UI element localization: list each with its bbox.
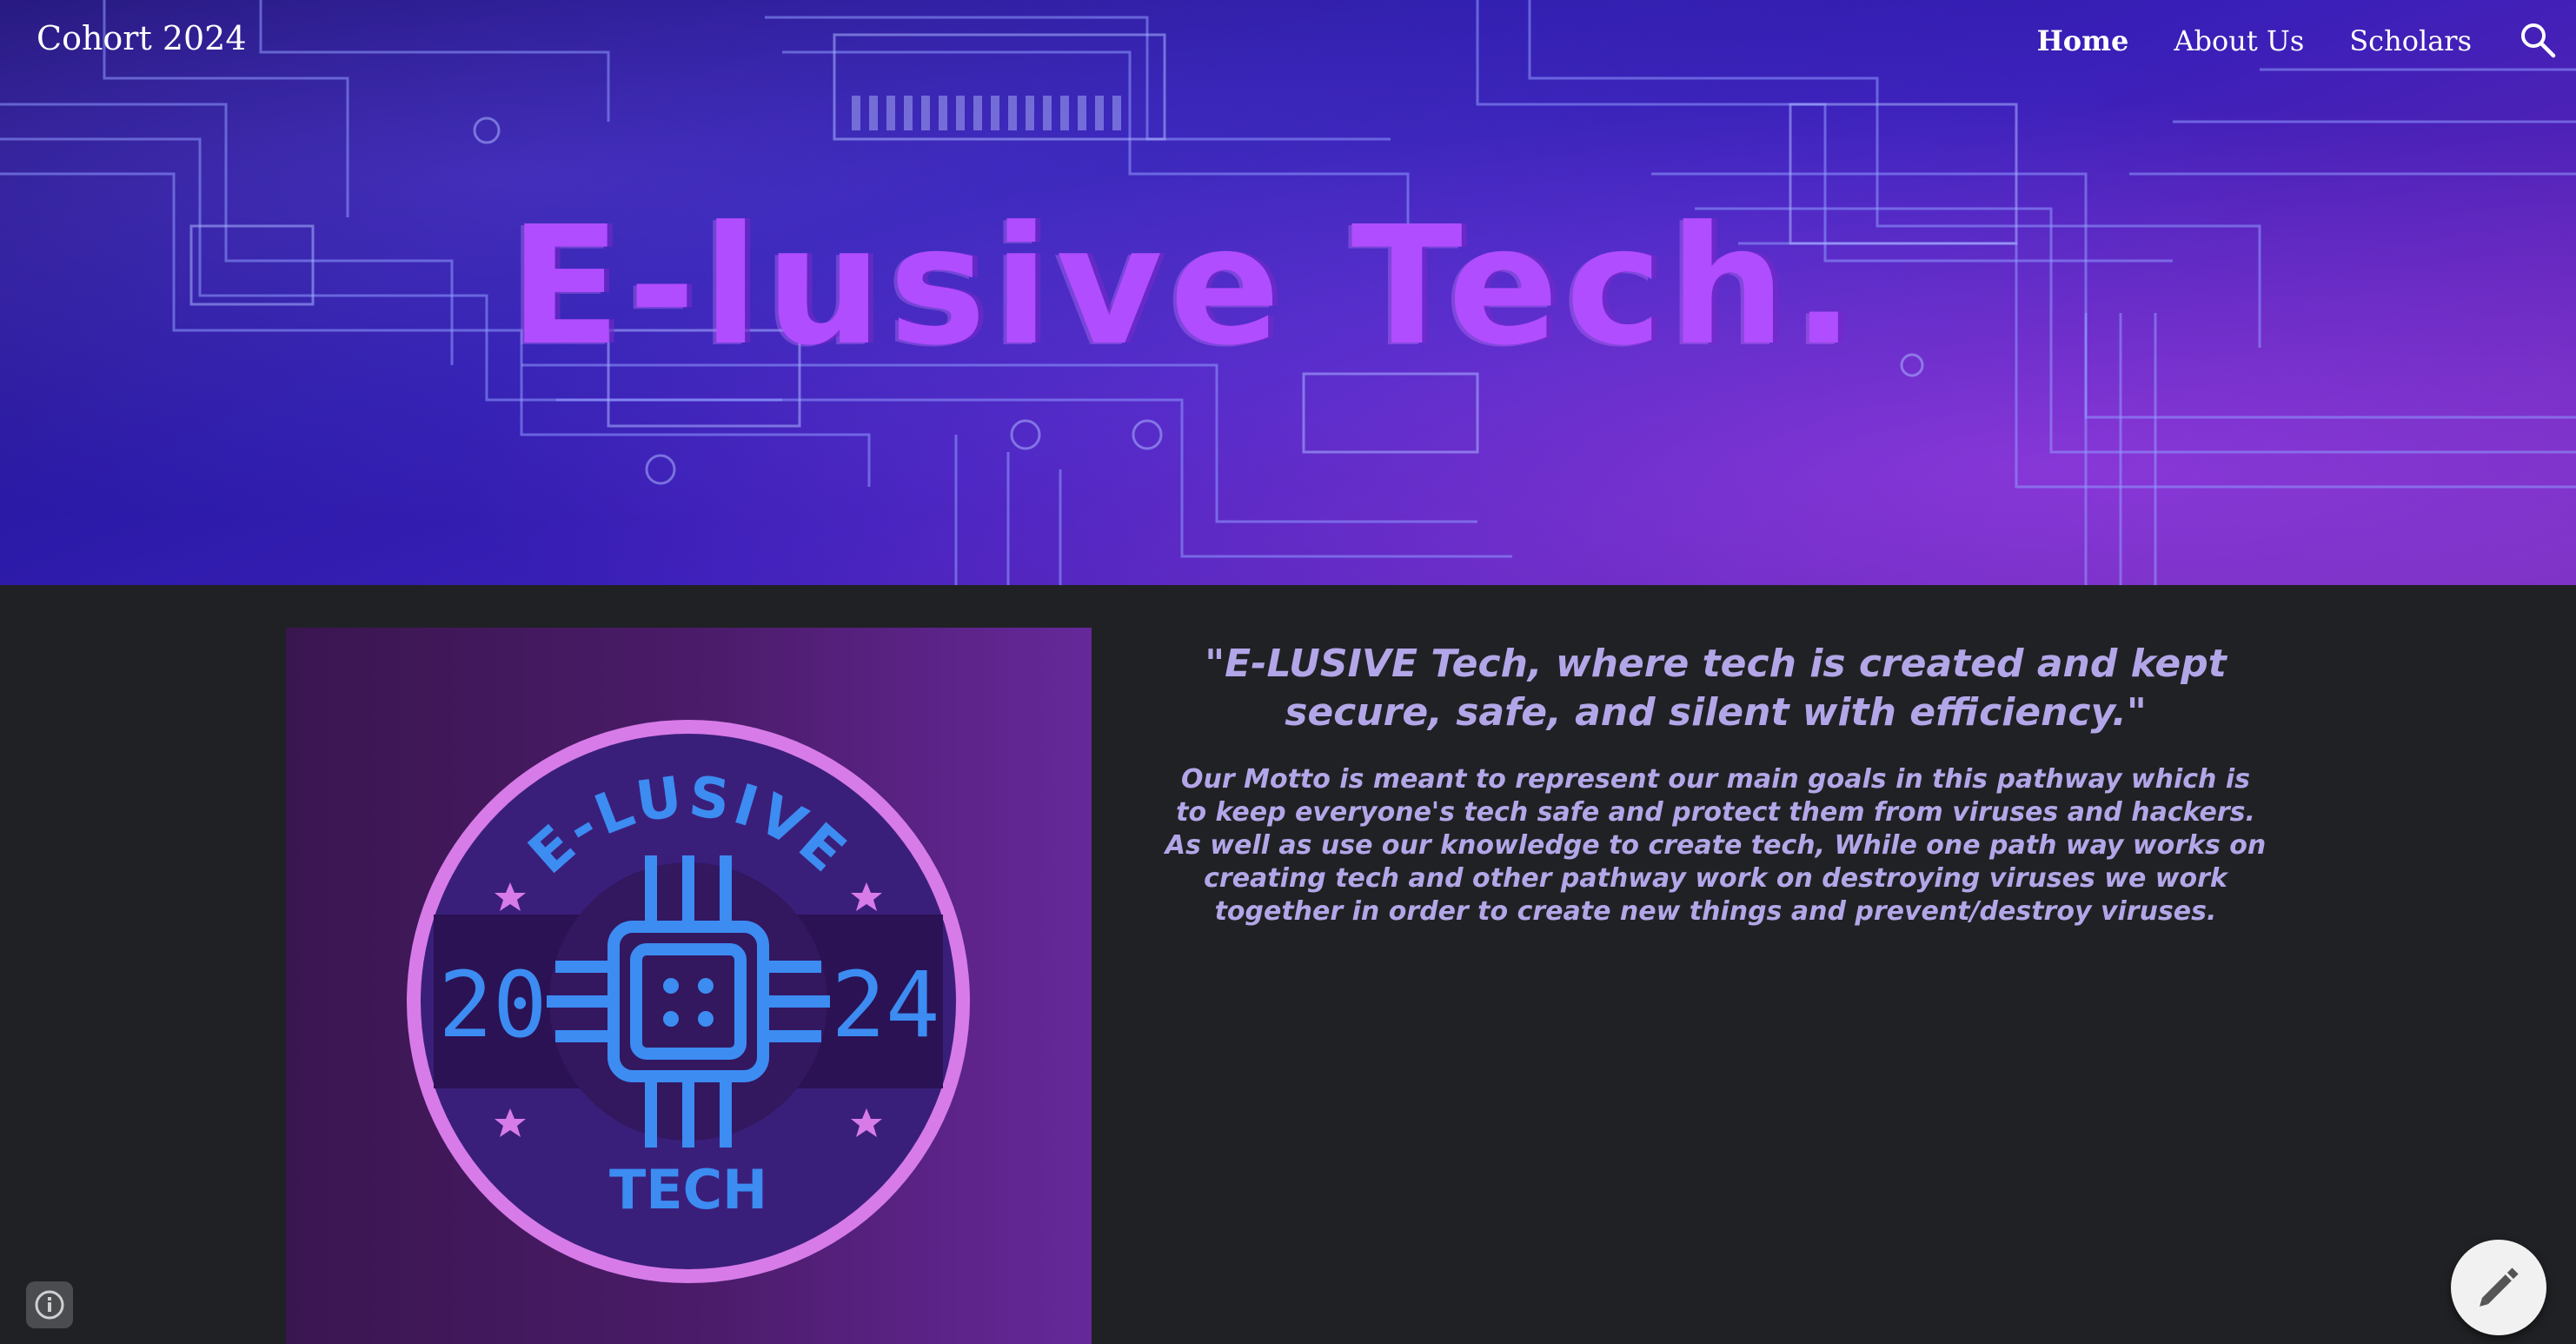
logo-bottom-text: TECH (609, 1158, 767, 1221)
e-lusive-tech-logo: E-LUSIVE TECH 20 24 (407, 720, 970, 1283)
edit-button[interactable] (2451, 1240, 2546, 1335)
motto-heading: "E-LUSIVE Tech, where tech is created an… (1205, 642, 2227, 735)
logo-year-left: 20 (438, 952, 547, 1058)
info-button[interactable] (26, 1281, 73, 1328)
motto-description: Our Motto is meant to represent our main… (1165, 764, 2267, 927)
top-navigation-bar: Cohort 2024 Home About Us Scholars (0, 0, 2576, 87)
nav-item-home[interactable]: Home (2037, 24, 2129, 57)
pencil-icon (2480, 1267, 2519, 1307)
hero-title: E-lusive Tech. (509, 191, 1862, 382)
site-title[interactable]: Cohort 2024 (37, 19, 247, 57)
info-icon (35, 1290, 64, 1320)
logo-image: E-LUSIVE TECH 20 24 (286, 628, 1092, 1344)
nav-item-about-us[interactable]: About Us (2174, 24, 2304, 57)
logo-year-right: 24 (831, 952, 939, 1058)
nav-item-scholars[interactable]: Scholars (2349, 24, 2472, 57)
search-icon[interactable] (2519, 21, 2557, 59)
hero-banner: Cohort 2024 Home About Us Scholars E-lus… (0, 0, 2576, 585)
nav-menu: Home About Us Scholars (2037, 24, 2472, 57)
